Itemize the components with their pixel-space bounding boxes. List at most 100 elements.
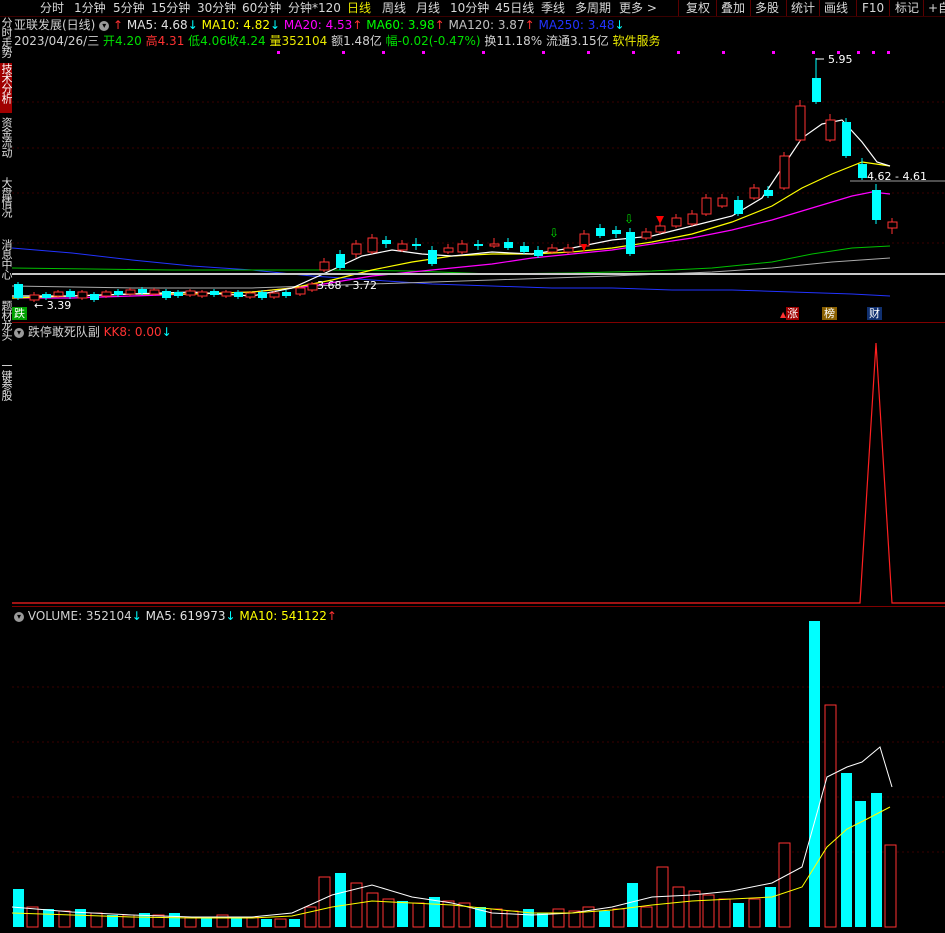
draw-line-button[interactable]: 画线 bbox=[824, 0, 848, 16]
toolbar-divider bbox=[856, 0, 857, 16]
volume-bar bbox=[718, 898, 731, 928]
mark-button[interactable]: 标记 bbox=[895, 0, 919, 16]
ma10-line bbox=[12, 161, 891, 299]
buy-signal-arrow-icon: ⇩ bbox=[624, 212, 634, 226]
volume-bar bbox=[412, 902, 425, 928]
candle-body bbox=[149, 289, 160, 295]
close-price: 收4.24 bbox=[226, 34, 266, 48]
candle-body bbox=[596, 228, 605, 236]
amount-value: 额1.48亿 bbox=[331, 34, 382, 48]
indicator-chart[interactable] bbox=[12, 323, 945, 606]
period-tab-weekly[interactable]: 周线 bbox=[382, 0, 406, 16]
period-tab-5min[interactable]: 5分钟 bbox=[113, 0, 145, 16]
period-tab-60min[interactable]: 60分钟 bbox=[242, 0, 281, 16]
overlay-button[interactable]: 叠加 bbox=[721, 0, 745, 16]
sidebar-tab-quick-stake[interactable]: 一键参股 bbox=[0, 360, 13, 412]
candle-body bbox=[234, 292, 243, 297]
change-value: 幅-0.02(-0.47%) bbox=[385, 34, 481, 48]
down-arrow-icon: ↓ bbox=[187, 18, 198, 32]
multi-stock-button[interactable]: 多股 bbox=[755, 0, 779, 16]
ma250-value: MA250: 3.48 bbox=[538, 18, 615, 32]
low-price-label: ← 3.39 bbox=[34, 299, 71, 312]
candle-body bbox=[443, 247, 454, 253]
volume-bar bbox=[884, 844, 897, 928]
period-tab-daily[interactable]: 日线 bbox=[347, 0, 371, 16]
more-menu[interactable]: 更多 > bbox=[619, 0, 657, 16]
sidebar-tab-theme-leaders[interactable]: 题材龙头 bbox=[0, 300, 13, 352]
adjust-price-button[interactable]: 复权 bbox=[686, 0, 710, 16]
up-arrow-icon: ↑ bbox=[524, 18, 535, 32]
candle-body bbox=[336, 254, 345, 268]
period-tab-120min[interactable]: 分钟*120 bbox=[288, 0, 341, 16]
period-tab-15min[interactable]: 15分钟 bbox=[151, 0, 190, 16]
candle-body bbox=[258, 292, 267, 298]
candle-body bbox=[701, 197, 712, 215]
candle-body bbox=[887, 221, 898, 229]
candle-body bbox=[42, 294, 51, 298]
low-price: 低4.06 bbox=[188, 34, 227, 48]
volume-bar bbox=[231, 917, 242, 927]
legend-toggle-icon[interactable]: ▾ bbox=[99, 20, 110, 31]
candle-body bbox=[14, 284, 23, 298]
candle-body bbox=[125, 289, 136, 295]
sidebar-tab-market[interactable]: 大盘情况 bbox=[0, 177, 13, 229]
volume-bar bbox=[58, 910, 71, 928]
period-tab-monthly[interactable]: 月线 bbox=[416, 0, 440, 16]
f10-button[interactable]: F10 bbox=[862, 0, 884, 16]
high-price: 高4.31 bbox=[145, 34, 185, 48]
open-price: 开4.20 bbox=[103, 34, 142, 48]
candle-body bbox=[764, 190, 773, 196]
candle-body bbox=[504, 242, 513, 248]
volume-bar bbox=[304, 906, 317, 928]
main-chart-legend: 亚联发展(日线) ▾ ↑ MA5: 4.68↓ MA10: 4.82↓ MA20… bbox=[14, 18, 625, 32]
candle-body bbox=[295, 287, 306, 295]
badge-zhang[interactable]: ▲涨 bbox=[778, 307, 801, 320]
period-tab-quarterly[interactable]: 季线 bbox=[541, 0, 565, 16]
statistics-button[interactable]: 统计 bbox=[791, 0, 815, 16]
period-tab-intraday[interactable]: 分时 bbox=[40, 0, 64, 16]
candle-body bbox=[101, 291, 112, 297]
toolbar-divider bbox=[678, 0, 679, 16]
volume-chart[interactable] bbox=[12, 607, 945, 933]
candle-body bbox=[749, 187, 760, 199]
badge-bang[interactable]: 榜 bbox=[822, 307, 837, 320]
candle-body bbox=[872, 190, 881, 220]
candle-body bbox=[397, 243, 408, 251]
sidebar-tab-technical[interactable]: 技术分析 bbox=[0, 63, 13, 113]
candle-body bbox=[858, 164, 867, 178]
price-reference-line bbox=[12, 273, 945, 275]
period-tab-45day[interactable]: 45日线 bbox=[495, 0, 534, 16]
period-tab-30min[interactable]: 30分钟 bbox=[197, 0, 236, 16]
volume-bar bbox=[274, 918, 287, 928]
badge-die[interactable]: 跌 bbox=[12, 307, 27, 320]
candle-body bbox=[457, 243, 468, 253]
period-tab-10min[interactable]: 10分钟 bbox=[450, 0, 489, 16]
range-price-label: 3.68 - 3.72 bbox=[317, 279, 377, 292]
candle-body bbox=[162, 291, 171, 298]
toolbar-divider bbox=[819, 0, 820, 16]
sidebar-tab-news[interactable]: 消息中心 bbox=[0, 239, 13, 291]
volume-bar bbox=[809, 621, 820, 927]
sidebar-tab-fund-flow[interactable]: 资金流动 bbox=[0, 117, 13, 169]
ma10-value: MA10: 4.82 bbox=[201, 18, 271, 32]
volume-ma5-line bbox=[12, 746, 893, 918]
toolbar-divider bbox=[786, 0, 787, 16]
volume-bar bbox=[43, 909, 54, 927]
volume-bar bbox=[201, 917, 212, 927]
volume-grid bbox=[12, 686, 945, 853]
kk8-line bbox=[12, 342, 945, 604]
badge-cai[interactable]: 财 bbox=[867, 307, 882, 320]
period-tab-1min[interactable]: 1分钟 bbox=[74, 0, 106, 16]
ma20-value: MA20: 4.53 bbox=[283, 18, 353, 32]
left-sidebar: 分时走势 技术分析 资金流动 大盘情况 消息中心 题材龙头 一键参股 bbox=[0, 17, 13, 933]
ma20-line bbox=[12, 191, 891, 299]
candle-body bbox=[612, 230, 621, 234]
candle-body bbox=[795, 105, 806, 141]
period-tab-multi[interactable]: 多周期 bbox=[575, 0, 611, 16]
custom-button[interactable]: +自 bbox=[928, 0, 945, 16]
price-chart[interactable]: 5.95 ← 3.39 3.68 - 3.72 4.62 - 4.61 ⇩ ⇩ bbox=[12, 48, 945, 322]
signal-dots bbox=[277, 51, 890, 54]
candle-body bbox=[282, 292, 291, 296]
sidebar-tab-intraday[interactable]: 分时走势 bbox=[0, 17, 13, 67]
candle-body bbox=[563, 247, 574, 253]
